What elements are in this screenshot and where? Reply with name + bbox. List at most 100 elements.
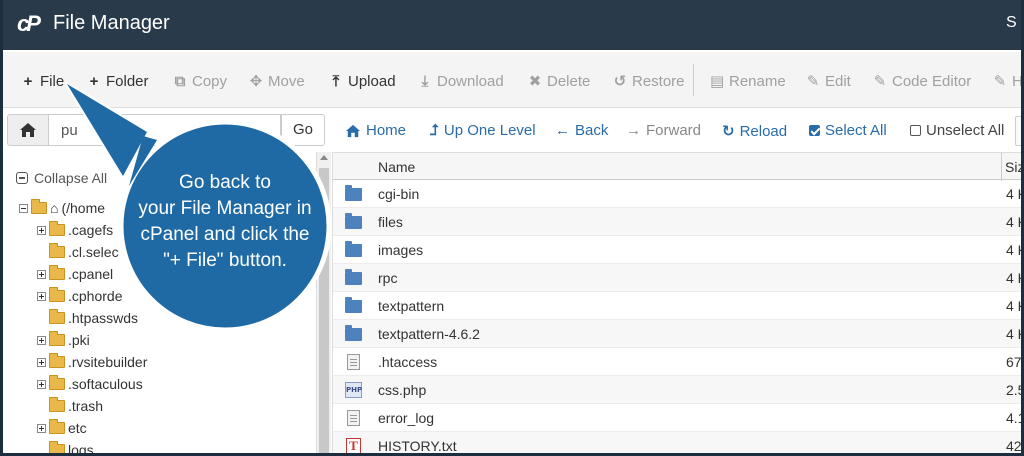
table-row[interactable]: files 4 K <box>333 208 1021 236</box>
collapse-toggle-icon <box>19 203 28 213</box>
up-one-level-button[interactable]: ⮥ Up One Level <box>430 122 536 139</box>
select-all-button[interactable]: Select All <box>809 122 887 139</box>
nav-home-button[interactable]: Home <box>345 122 406 139</box>
file-name: cgi-bin <box>378 186 420 202</box>
restore-label: Restore <box>632 72 685 90</box>
tree-item-label: .htpasswds <box>68 310 139 326</box>
toolbar-scroll-handle[interactable] <box>1015 116 1021 146</box>
tree-item[interactable]: .softaculous <box>37 374 143 394</box>
copy-icon: ⧉ <box>174 72 186 90</box>
tree-item-label: .softaculous <box>68 376 143 392</box>
folder-icon <box>345 269 362 285</box>
forward-button[interactable]: → Forward <box>626 122 701 139</box>
file-name: .htaccess <box>378 354 438 370</box>
home-icon: ⌂ <box>50 200 59 216</box>
upload-button[interactable]: ⤒ Upload <box>329 71 396 91</box>
file-size: 4 K <box>1006 214 1021 230</box>
html-editor-button[interactable]: ✎ HT <box>993 71 1021 91</box>
user-menu[interactable]: S <box>1006 14 1017 32</box>
scroll-up-icon[interactable] <box>320 155 328 160</box>
callout-line: "+ File" button. <box>163 250 287 271</box>
arrow-right-icon: → <box>626 122 641 139</box>
copy-label: Copy <box>192 72 228 90</box>
tree-item[interactable]: logs <box>37 440 94 456</box>
tree-item[interactable]: .htpasswds <box>37 308 138 328</box>
download-label: Download <box>437 72 504 90</box>
reload-icon: ↻ <box>722 123 735 140</box>
edit-button[interactable]: ✎ Edit <box>806 71 851 91</box>
edit-icon: ✎ <box>806 73 820 90</box>
tree-item[interactable]: .cl.selec <box>37 242 119 262</box>
rename-button[interactable]: ▤ Rename <box>710 71 786 91</box>
tree-item[interactable]: .rvsitebuilder <box>37 352 147 372</box>
callout-line: cPanel and click the <box>140 224 310 245</box>
text-file-icon <box>347 410 360 426</box>
callout-line: Go back to <box>179 172 271 193</box>
table-row[interactable]: .htaccess 673 <box>333 348 1021 376</box>
nav-home-label: Home <box>366 122 407 139</box>
path-input[interactable] <box>49 114 281 146</box>
table-row[interactable]: cgi-bin 4 K <box>333 180 1021 208</box>
reload-button[interactable]: ↻ Reload <box>722 122 787 141</box>
rename-label: Rename <box>729 72 786 90</box>
tree-item-label: etc <box>68 420 87 436</box>
tree-root[interactable]: ⌂ (/home <box>19 198 105 218</box>
file-manager-window: cP File Manager S + File + Folder ⧉ Copy… <box>0 0 1024 456</box>
cpanel-logo: cP <box>17 11 41 36</box>
table-row[interactable]: error_log 4.1 <box>333 404 1024 432</box>
folder-icon <box>49 419 65 434</box>
file-name: textpattern-4.6.2 <box>378 326 480 342</box>
table-row[interactable]: PHP css.php 2.5 <box>333 376 1024 404</box>
delete-button[interactable]: ✖ Delete <box>528 71 591 91</box>
tree-item[interactable]: etc <box>37 418 87 438</box>
table-row[interactable]: textpattern 4 K <box>333 292 1021 320</box>
html-editor-icon: ✎ <box>993 73 1007 90</box>
file-size: 42. <box>1006 438 1024 454</box>
folder-icon <box>49 375 65 390</box>
file-size: 4.1 <box>1006 410 1024 426</box>
tree-item-label: .trash <box>68 398 104 414</box>
folder-icon <box>49 243 65 258</box>
new-folder-button[interactable]: + Folder <box>87 71 149 91</box>
table-row[interactable]: rpc 4 K <box>333 264 1021 292</box>
file-size: 4 K <box>1006 270 1021 286</box>
column-header-size[interactable]: Siz <box>1005 159 1021 175</box>
tree-item[interactable]: .cagefs <box>37 220 113 240</box>
column-header-name[interactable]: Name <box>378 159 415 175</box>
app-header: cP File Manager S <box>3 0 1021 50</box>
tree-item[interactable]: .pki <box>37 330 90 350</box>
download-button[interactable]: ⤓ Download <box>418 71 504 91</box>
back-button[interactable]: ← Back <box>555 122 608 139</box>
tree-item[interactable]: .trash <box>37 396 103 416</box>
code-editor-button[interactable]: ✎ Code Editor <box>873 71 972 91</box>
new-file-button[interactable]: + File <box>21 71 65 91</box>
go-button[interactable]: Go <box>281 114 325 146</box>
forward-label: Forward <box>646 122 702 139</box>
upload-icon: ⤒ <box>332 72 340 90</box>
path-home-button[interactable] <box>7 114 49 146</box>
file-size: 4 K <box>1006 298 1021 314</box>
unselect-all-button[interactable]: Unselect All <box>910 122 1004 139</box>
folder-icon <box>345 241 362 257</box>
table-row[interactable]: textpattern-4.6.2 4 K <box>333 320 1021 348</box>
folder-icon <box>49 397 65 412</box>
edit-label: Edit <box>825 72 851 90</box>
table-row[interactable]: T HISTORY.txt 42. <box>333 432 1024 454</box>
copy-button[interactable]: ⧉ Copy <box>173 71 227 91</box>
restore-button[interactable]: ↺ Restore <box>613 71 685 91</box>
new-folder-label: Folder <box>106 72 149 90</box>
tree-item-label: logs <box>68 442 94 456</box>
tree-item[interactable]: .cpanel <box>37 264 113 284</box>
file-size: 2.5 <box>1006 382 1024 398</box>
folder-icon <box>49 441 65 453</box>
tree-item-label: .rvsitebuilder <box>68 354 148 370</box>
tree-item[interactable]: .cphorde <box>37 286 122 306</box>
home-icon <box>20 123 36 137</box>
move-button[interactable]: ✥ Move <box>249 71 305 91</box>
collapse-all-button[interactable]: Collapse All <box>16 170 107 186</box>
folder-icon <box>345 213 362 229</box>
toolbar-divider <box>693 64 694 96</box>
expand-toggle-icon <box>37 423 46 433</box>
table-row[interactable]: images 4 K <box>333 236 1021 264</box>
expand-toggle-icon <box>37 379 46 389</box>
